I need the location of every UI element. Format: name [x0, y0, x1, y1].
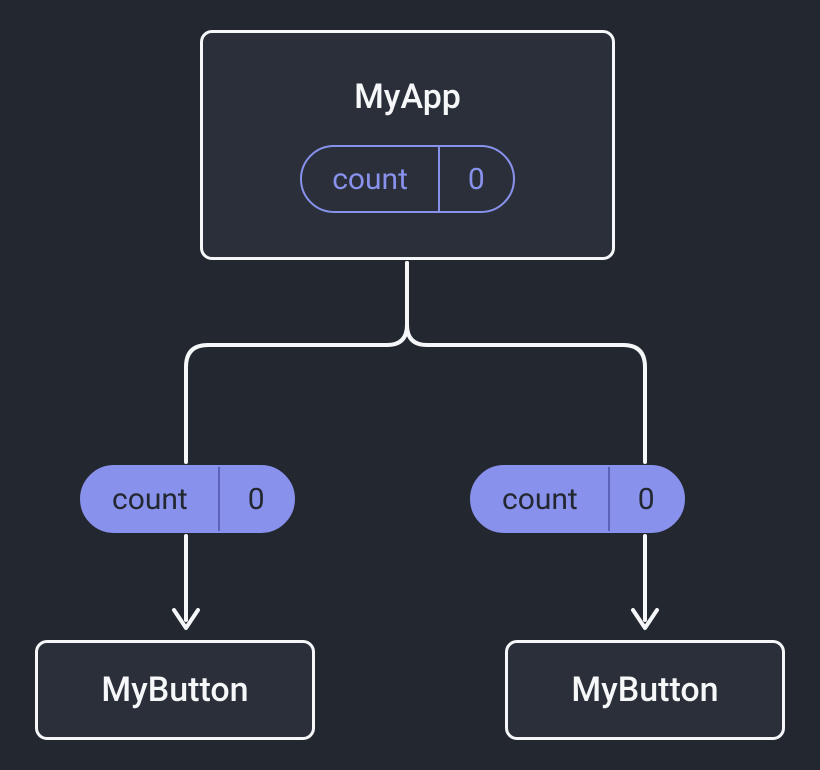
child-component-box-right: MyButton: [505, 640, 785, 740]
prop-pill-left: count 0: [80, 465, 295, 533]
prop-pill-right: count 0: [470, 465, 685, 533]
child-left-name: MyButton: [101, 670, 248, 710]
state-label: count: [302, 147, 438, 211]
component-tree-diagram: MyApp count 0 count 0 count 0 MyButton M…: [0, 0, 820, 770]
prop-right-value: 0: [608, 467, 683, 531]
prop-right-label: count: [472, 467, 608, 531]
child-component-box-left: MyButton: [35, 640, 315, 740]
state-value: 0: [438, 147, 513, 211]
prop-left-value: 0: [218, 467, 293, 531]
child-right-name: MyButton: [571, 670, 718, 710]
state-pill: count 0: [300, 145, 515, 213]
prop-left-label: count: [82, 467, 218, 531]
parent-component-name: MyApp: [354, 77, 461, 117]
parent-component-box: MyApp count 0: [200, 30, 615, 260]
